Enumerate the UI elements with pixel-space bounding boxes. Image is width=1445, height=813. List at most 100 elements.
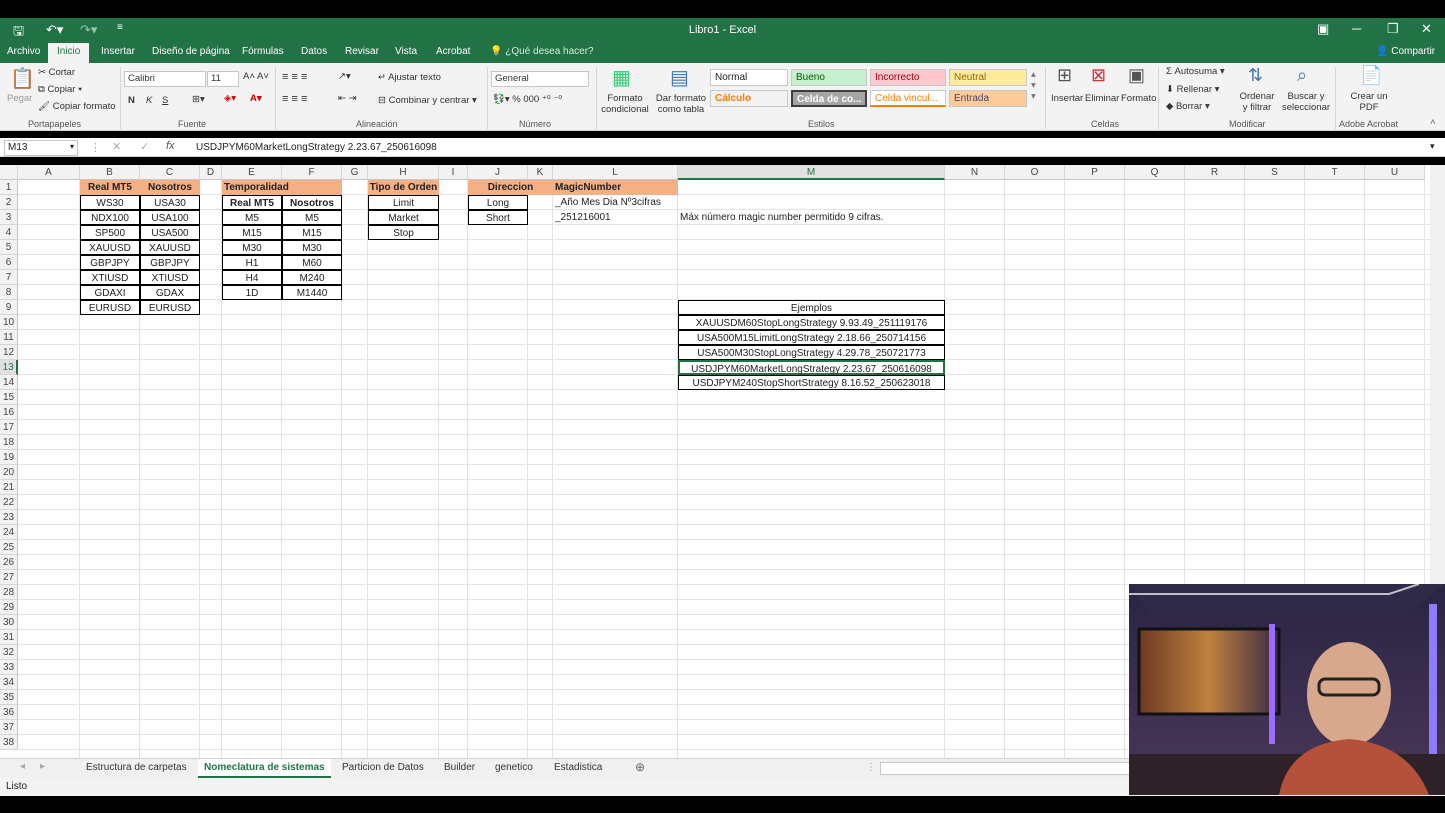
add-sheet-icon[interactable]: ⊕ bbox=[635, 760, 645, 774]
column-header[interactable]: K bbox=[528, 165, 553, 180]
styles-scroll-icon[interactable]: ▴ ▾ ▾ bbox=[1031, 69, 1036, 102]
row-header[interactable]: 36 bbox=[0, 705, 18, 720]
header-cell[interactable]: Real MT5 bbox=[222, 195, 282, 210]
header-cell[interactable]: MagicNumber bbox=[553, 180, 678, 195]
cell[interactable]: GBPJPY bbox=[80, 255, 140, 270]
underline-button[interactable]: S bbox=[162, 95, 168, 106]
prev-sheet-icon[interactable]: ◂ bbox=[20, 761, 25, 772]
column-header[interactable]: T bbox=[1305, 165, 1365, 180]
sort-icon[interactable]: ⇅ bbox=[1248, 65, 1263, 86]
column-header[interactable]: S bbox=[1245, 165, 1305, 180]
cell[interactable]: WS30 bbox=[80, 195, 140, 210]
select-all-corner[interactable] bbox=[0, 165, 18, 180]
row-header[interactable]: 17 bbox=[0, 420, 18, 435]
cell[interactable]: Market bbox=[368, 210, 439, 225]
insert-cells-icon[interactable]: ⊞ bbox=[1057, 65, 1072, 86]
cell[interactable]: Stop bbox=[368, 225, 439, 240]
row-header[interactable]: 2 bbox=[0, 195, 18, 210]
row-header[interactable]: 3 bbox=[0, 210, 18, 225]
tab-revisar[interactable]: Revisar bbox=[345, 46, 379, 57]
cell[interactable]: 1D bbox=[222, 285, 282, 300]
splitter-icon[interactable]: ⋮ bbox=[866, 762, 876, 773]
sort-button[interactable]: Ordenar y filtrar bbox=[1236, 91, 1278, 113]
cell[interactable]: Máx número magic number permitido 9 cifr… bbox=[678, 210, 945, 225]
header-cell[interactable]: Real MT5 bbox=[80, 180, 140, 195]
tab-inicio[interactable]: Inicio bbox=[48, 43, 90, 63]
cell[interactable]: XTIUSD bbox=[80, 270, 140, 285]
sheet-tab[interactable]: Estructura de carpetas bbox=[86, 762, 187, 773]
fill-color-icon[interactable]: ◈▾ bbox=[224, 93, 236, 104]
cell[interactable]: Long bbox=[468, 195, 528, 210]
header-cell[interactable]: Tipo de Orden bbox=[368, 180, 439, 195]
name-box[interactable]: M13 ▾ bbox=[4, 140, 78, 156]
cell[interactable]: M30 bbox=[222, 240, 282, 255]
row-header[interactable]: 27 bbox=[0, 570, 18, 585]
find-icon[interactable]: ⌕ bbox=[1297, 65, 1307, 86]
cell[interactable]: M15 bbox=[222, 225, 282, 240]
clear-button[interactable]: ◆ Borrar ▾ bbox=[1166, 101, 1210, 112]
create-pdf-button[interactable]: Crear un PDF bbox=[1348, 91, 1390, 113]
cell[interactable]: GDAX bbox=[140, 285, 200, 300]
header-cell[interactable]: Ejemplos bbox=[678, 300, 945, 315]
header-cell[interactable]: Nosotros bbox=[140, 180, 200, 195]
cell[interactable]: M60 bbox=[282, 255, 342, 270]
row-header[interactable]: 13 bbox=[0, 360, 18, 375]
tab-datos[interactable]: Datos bbox=[301, 46, 327, 57]
create-pdf-icon[interactable]: 📄 bbox=[1360, 65, 1382, 86]
style-bad[interactable]: Incorrecto bbox=[870, 69, 946, 86]
row-header[interactable]: 29 bbox=[0, 600, 18, 615]
sheet-tab-active[interactable]: Nomeclatura de sistemas bbox=[198, 759, 331, 778]
bold-button[interactable]: N bbox=[128, 95, 135, 106]
row-header[interactable]: 10 bbox=[0, 315, 18, 330]
style-neutral[interactable]: Neutral bbox=[949, 69, 1027, 86]
format-table-button[interactable]: Dar formato como tabla bbox=[654, 93, 708, 115]
row-header[interactable]: 32 bbox=[0, 645, 18, 660]
cell[interactable]: EURUSD bbox=[140, 300, 200, 315]
insert-function-icon[interactable]: fx bbox=[166, 140, 175, 152]
delete-cells-icon[interactable]: ⊠ bbox=[1091, 65, 1106, 86]
column-header[interactable]: J bbox=[468, 165, 528, 180]
cell[interactable]: Limit bbox=[368, 195, 439, 210]
cell[interactable]: USA500 bbox=[140, 225, 200, 240]
tab-formulas[interactable]: Fórmulas bbox=[242, 46, 284, 57]
style-linked[interactable]: Celda vincul... bbox=[870, 90, 946, 107]
paste-icon[interactable]: 📋 bbox=[10, 66, 35, 91]
row-header[interactable]: 12 bbox=[0, 345, 18, 360]
paste-button[interactable]: Pegar bbox=[7, 93, 32, 104]
cell[interactable]: XAUUSD bbox=[140, 240, 200, 255]
row-header[interactable]: 33 bbox=[0, 660, 18, 675]
cell[interactable]: _251216001 bbox=[553, 210, 678, 225]
expand-formula-icon[interactable]: ▾ bbox=[1430, 141, 1435, 152]
cell[interactable]: M15 bbox=[282, 225, 342, 240]
format-cells-icon[interactable]: ▣ bbox=[1128, 65, 1145, 86]
style-calc[interactable]: Cálculo bbox=[710, 90, 788, 107]
next-sheet-icon[interactable]: ▸ bbox=[40, 761, 45, 772]
row-header[interactable]: 1 bbox=[0, 180, 18, 195]
tab-insertar[interactable]: Insertar bbox=[101, 46, 135, 57]
copy-button[interactable]: ⧉ Copiar ▾ bbox=[38, 84, 82, 95]
example-cell[interactable]: XAUUSDM60StopLongStrategy 9.93.49_251119… bbox=[678, 315, 945, 330]
find-button[interactable]: Buscar y seleccionar bbox=[1280, 91, 1332, 113]
column-header[interactable]: L bbox=[553, 165, 678, 180]
row-header[interactable]: 8 bbox=[0, 285, 18, 300]
row-header[interactable]: 6 bbox=[0, 255, 18, 270]
row-header[interactable]: 25 bbox=[0, 540, 18, 555]
tell-me-box[interactable]: 💡 ¿Qué desea hacer? bbox=[490, 46, 594, 57]
example-cell[interactable]: USA500M30StopLongStrategy 4.29.78_250721… bbox=[678, 345, 945, 360]
indent-icon[interactable]: ⇤ ⇥ bbox=[338, 93, 357, 104]
cell[interactable]: M5 bbox=[222, 210, 282, 225]
fill-button[interactable]: ⬇ Rellenar ▾ bbox=[1166, 84, 1219, 95]
borders-icon[interactable]: ⊞▾ bbox=[192, 94, 205, 105]
cell[interactable]: NDX100 bbox=[80, 210, 140, 225]
column-header[interactable]: H bbox=[368, 165, 439, 180]
ribbon-display-icon[interactable]: ▣ bbox=[1317, 21, 1329, 37]
example-cell[interactable]: USA500M15LimitLongStrategy 2.18.66_25071… bbox=[678, 330, 945, 345]
horizontal-scrollbar[interactable] bbox=[880, 762, 1130, 775]
row-header[interactable]: 23 bbox=[0, 510, 18, 525]
row-header[interactable]: 30 bbox=[0, 615, 18, 630]
row-header[interactable]: 37 bbox=[0, 720, 18, 735]
column-header[interactable]: D bbox=[200, 165, 222, 180]
row-header[interactable]: 31 bbox=[0, 630, 18, 645]
cell[interactable]: Short bbox=[468, 210, 528, 225]
cut-button[interactable]: ✂ Cortar bbox=[38, 67, 75, 78]
